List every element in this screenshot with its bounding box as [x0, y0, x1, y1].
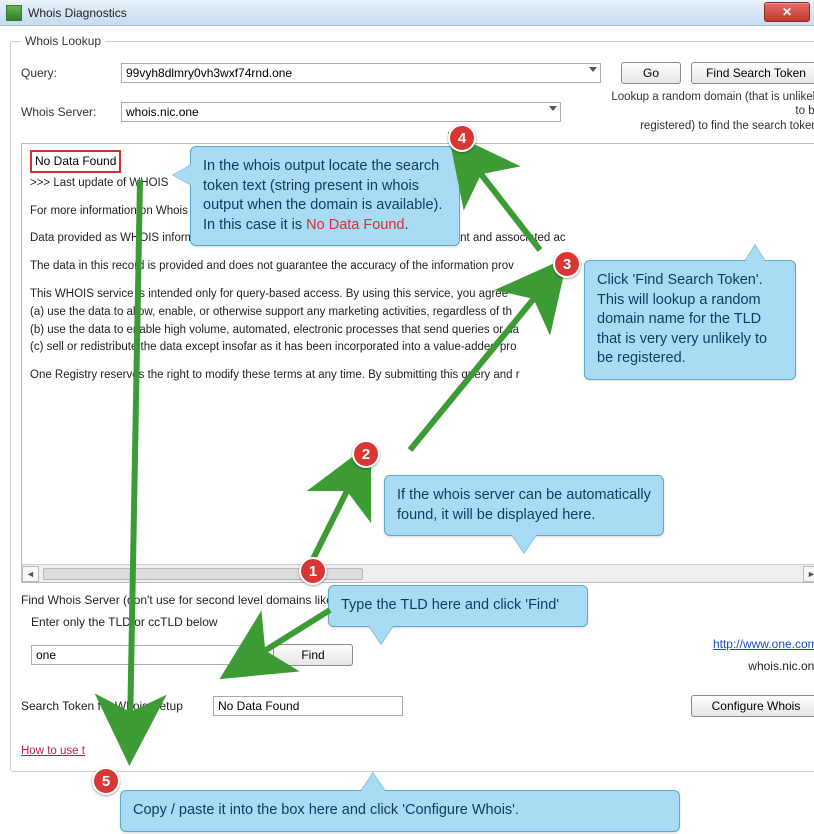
hint-line1: Lookup a random domain (that is unlikely… — [601, 90, 814, 119]
server-echo: whois.nic.one — [713, 659, 814, 673]
badge-2: 2 — [352, 440, 380, 468]
window-title: Whois Diagnostics — [28, 6, 127, 20]
titlebar: Whois Diagnostics ✕ — [0, 0, 814, 26]
window-body: Whois Lookup Query: Go Find Search Token… — [0, 26, 814, 782]
whois-server-label: Whois Server: — [21, 105, 111, 119]
lookup-legend: Whois Lookup — [21, 34, 105, 48]
how-to-use-link[interactable]: How to use t — [21, 745, 85, 757]
scroll-right-icon[interactable]: ► — [803, 566, 814, 582]
callout-4: In the whois output locate the search to… — [190, 146, 460, 246]
query-label: Query: — [21, 66, 111, 80]
callout-3: Click 'Find Search Token'. This will loo… — [584, 260, 796, 380]
tld-input[interactable] — [31, 645, 261, 665]
callout-1: Type the TLD here and click 'Find' — [328, 585, 588, 627]
whois-server-input[interactable] — [121, 102, 561, 122]
search-token-label: Search Token for Whois Setup — [21, 699, 201, 713]
close-icon: ✕ — [782, 5, 792, 19]
whois-lookup-group: Whois Lookup Query: Go Find Search Token… — [10, 34, 814, 772]
scroll-left-icon[interactable]: ◄ — [22, 566, 39, 582]
badge-5: 5 — [92, 767, 120, 795]
badge-3: 3 — [553, 250, 581, 278]
configure-whois-button[interactable]: Configure Whois — [691, 695, 814, 717]
no-data-found-highlight: No Data Found — [30, 150, 121, 173]
query-input[interactable] — [121, 63, 601, 83]
badge-1: 1 — [299, 557, 327, 585]
search-token-input[interactable] — [213, 696, 403, 716]
callout-5: Copy / paste it into the box here and cl… — [120, 790, 680, 832]
app-icon — [6, 5, 22, 21]
horizontal-scrollbar[interactable]: ◄ ► — [22, 564, 814, 582]
find-search-token-button[interactable]: Find Search Token — [691, 62, 814, 84]
badge-4: 4 — [448, 124, 476, 152]
registry-link[interactable]: http://www.one.com/ — [713, 637, 814, 651]
hint-line2: registered) to find the search token. — [601, 119, 814, 133]
callout-2: If the whois server can be automatically… — [384, 475, 664, 536]
find-button[interactable]: Find — [273, 644, 353, 666]
close-button[interactable]: ✕ — [764, 2, 810, 22]
go-button[interactable]: Go — [621, 62, 681, 84]
